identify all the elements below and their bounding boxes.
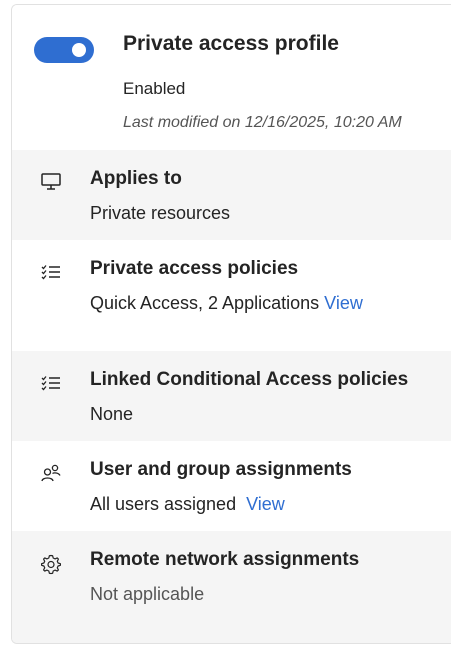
- monitor-icon: [40, 172, 62, 192]
- private-access-profile-card: Private access profile Enabled Last modi…: [11, 4, 451, 644]
- remote-network-assignments-title: Remote network assignments: [90, 549, 360, 570]
- profile-enabled-toggle[interactable]: [34, 37, 94, 63]
- toggle-knob: [72, 43, 86, 57]
- profile-status: Enabled: [123, 79, 186, 98]
- gear-icon: [40, 553, 62, 575]
- users-icon: [40, 463, 62, 483]
- remote-network-assignments-value: Not applicable: [90, 584, 205, 604]
- last-modified-text: Last modified on 12/16/2025, 10:20 AM: [123, 114, 402, 131]
- policies-summary-text: Quick Access, 2 Applications: [90, 293, 320, 313]
- linked-conditional-access-title: Linked Conditional Access policies: [90, 369, 409, 390]
- profile-title: Private access profile: [123, 32, 339, 55]
- section-private-access-policies: Private access policies Quick Access, 2 …: [12, 240, 451, 351]
- user-group-assignments-title: User and group assignments: [90, 459, 352, 480]
- section-applies-to: Applies to Private resources: [12, 150, 451, 240]
- profile-header: Private access profile Enabled Last modi…: [12, 5, 451, 150]
- applies-to-title: Applies to: [90, 168, 182, 189]
- policy-list-icon: [40, 373, 62, 393]
- user-group-assignments-value: All users assigned View: [90, 494, 285, 515]
- view-policies-link[interactable]: View: [324, 293, 363, 313]
- view-assignments-link[interactable]: View: [246, 494, 285, 514]
- private-access-policies-value: Quick Access, 2 Applications View: [90, 293, 363, 314]
- section-remote-network-assignments: Remote network assignments Not applicabl…: [12, 531, 451, 643]
- assignments-summary-text: All users assigned: [90, 494, 237, 514]
- applies-to-value: Private resources: [90, 203, 231, 223]
- private-access-policies-title: Private access policies: [90, 258, 299, 279]
- section-user-group-assignments: User and group assignments All users ass…: [12, 441, 451, 531]
- section-linked-conditional-access: Linked Conditional Access policies None: [12, 351, 451, 441]
- linked-conditional-access-value: None: [90, 404, 134, 424]
- policy-list-icon: [40, 262, 62, 282]
